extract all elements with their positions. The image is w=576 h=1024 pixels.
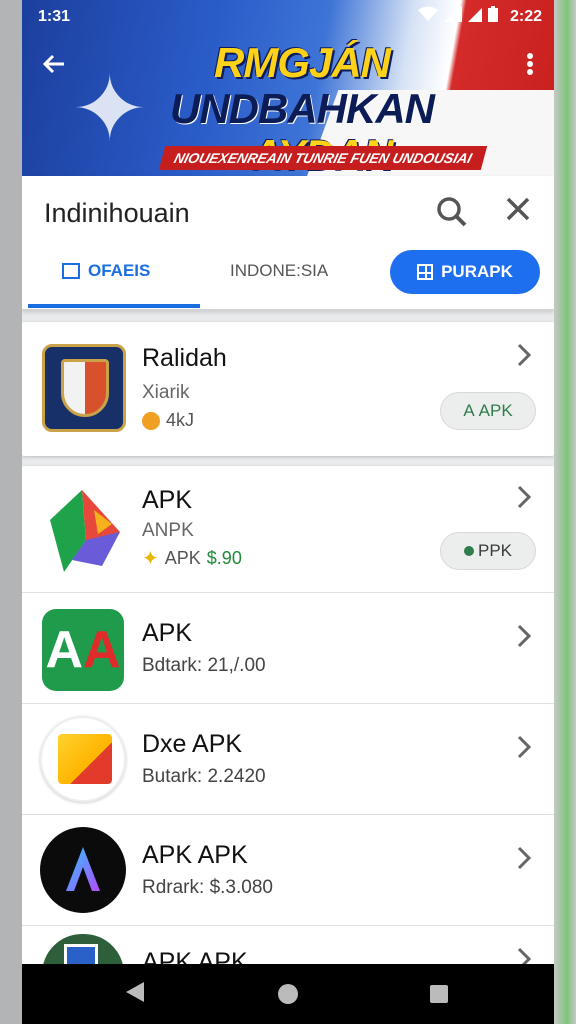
chevron-right-icon[interactable] [516, 845, 536, 875]
app-meta: ✦ APK $.90 [142, 546, 242, 571]
chevron-right-icon[interactable] [516, 734, 536, 764]
app-detail: Butark: 2.2420 [142, 766, 266, 787]
tab-indicator [28, 304, 200, 308]
nav-back-icon[interactable] [126, 982, 144, 1002]
status-bar: 1:31 2:22 [22, 0, 554, 34]
tab-offers[interactable]: OFAEIS [62, 256, 150, 302]
tab-label: INDONE:SIA [230, 261, 329, 280]
list-item[interactable]: AA APK Bdtark: 21,/.00 [22, 593, 554, 703]
background-right [554, 0, 576, 1024]
status-clock: 2:22 [509, 7, 542, 25]
wifi-icon [417, 6, 438, 27]
apk-button-label: APK [478, 401, 513, 420]
tab-label: PURAPK [441, 262, 513, 281]
more-vert-icon[interactable] [518, 50, 542, 86]
list-icon [62, 263, 80, 279]
status-icons: 2:22 [417, 6, 542, 27]
banner-title-part-a: RMGJÁN [213, 39, 391, 86]
shield-app-icon [42, 344, 126, 432]
app-detail: Rdrark: $.3.080 [142, 877, 273, 898]
header-banner: ✦ 1:31 2:22 RMGJÁN UNDBAHKAN NIOUEXENREA… [22, 0, 554, 176]
banner-ribbon: NIOUEXENREAIN TUNRIE FUEN UNDOUSIAI [158, 146, 488, 170]
list-item[interactable]: Dxe APK Butark: 2.2420 [22, 704, 554, 814]
app-title: APK [142, 486, 193, 514]
apk-app-icon: AA [42, 609, 124, 691]
app-subtitle: ANPK [142, 520, 194, 541]
tab-purapk[interactable]: PURAPK [390, 250, 540, 294]
app-list-card: APK ANPK ✦ APK $.90 PPK AA APK Bdtark: 2… [22, 466, 554, 976]
battery-icon [487, 6, 498, 27]
list-item[interactable]: APK ANPK ✦ APK $.90 PPK [22, 466, 554, 592]
app-detail: Bdtark: 21,/.00 [142, 655, 266, 676]
a-app-icon [40, 827, 126, 913]
star-icon: ✦ [142, 548, 159, 570]
grid-icon [417, 264, 434, 280]
ppk-button-label: PPK [477, 541, 513, 560]
apk-button[interactable]: A APK [440, 392, 536, 430]
app-title: Ralidah [142, 344, 227, 372]
nav-recents-icon[interactable] [430, 985, 448, 1003]
signal-icon [443, 6, 462, 27]
list-item[interactable]: APK APK Rdrark: $.3.080 [22, 815, 554, 925]
nav-home-icon[interactable] [278, 984, 298, 1004]
app-card[interactable]: Ralidah Xiarik 4kJ A APK [22, 322, 554, 456]
app-meta-label: APK [164, 548, 201, 568]
app-meta-value: 4kJ [166, 410, 195, 430]
ppk-button[interactable]: PPK [440, 532, 536, 570]
phone-screen: ✦ 1:31 2:22 RMGJÁN UNDBAHKAN NIOUEXENREA… [22, 0, 554, 1024]
dot-icon [463, 546, 474, 556]
banner-title-part-b: UNDBAHKAN [170, 85, 435, 132]
chevron-right-icon[interactable] [516, 484, 536, 514]
drive-app-icon [42, 480, 126, 576]
app-price: $.90 [206, 548, 242, 568]
system-nav-bar [22, 964, 554, 1024]
folder-app-icon [40, 716, 126, 802]
status-time: 1:31 [38, 8, 71, 25]
app-meta: 4kJ [142, 410, 194, 431]
search-input[interactable]: Indinihouain [44, 198, 190, 229]
back-arrow-icon[interactable] [36, 50, 72, 86]
chevron-right-icon[interactable] [516, 342, 536, 372]
shield-icon [61, 359, 109, 417]
background-left [0, 0, 22, 1024]
tab-indonesia[interactable]: INDONE:SIA [230, 256, 328, 302]
signal-icon-2 [467, 6, 482, 27]
app-title: APK APK [142, 841, 248, 869]
badge-icon [142, 411, 160, 430]
tab-label: OFAEIS [88, 261, 151, 280]
app-subtitle: Xiarik [142, 382, 190, 403]
search-card: Indinihouain OFAEIS INDONE:SIA PURAPK [22, 176, 554, 310]
chevron-right-icon[interactable] [516, 623, 536, 653]
folder-icon [58, 734, 112, 784]
search-icon[interactable] [434, 194, 470, 230]
close-icon[interactable] [500, 194, 536, 230]
app-title: APK [142, 619, 193, 647]
apk-prefix: A [463, 401, 475, 420]
app-title: Dxe APK [142, 730, 243, 758]
